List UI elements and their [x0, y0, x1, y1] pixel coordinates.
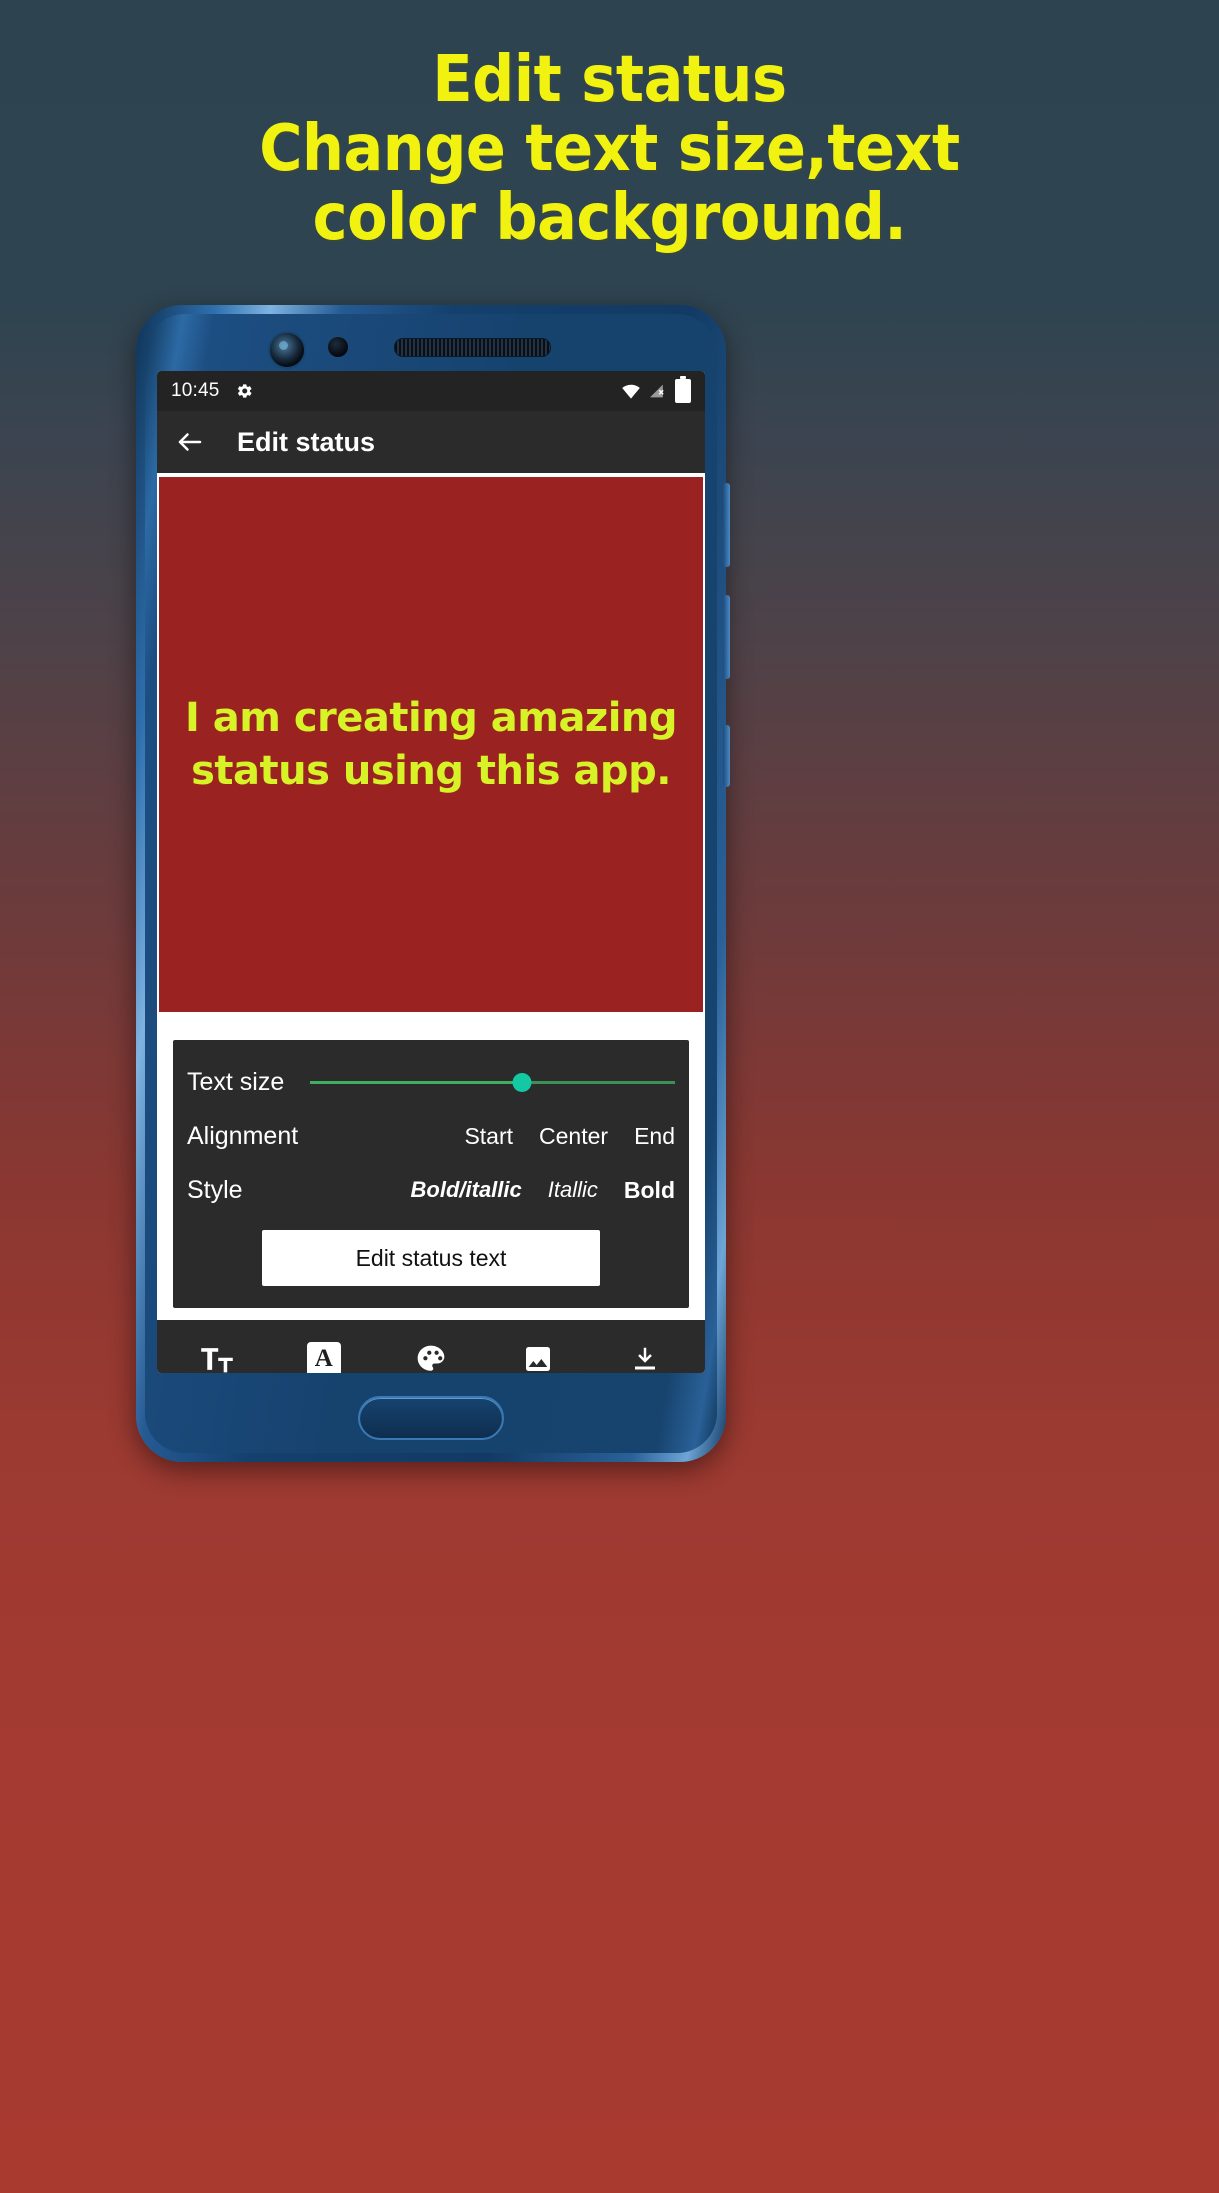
palette-icon: [415, 1342, 447, 1374]
style-label: Style: [187, 1175, 243, 1204]
app-bar: Edit status: [157, 411, 705, 473]
volume-up-button[interactable]: [723, 483, 730, 567]
style-option-bold-italic[interactable]: Bold/itallic: [411, 1177, 522, 1203]
status-bar: 10:45: [157, 371, 705, 411]
image-icon: [522, 1342, 554, 1374]
alignment-option-start[interactable]: Start: [464, 1123, 513, 1150]
slider-track-fill: [310, 1080, 522, 1084]
back-arrow-icon[interactable]: [175, 427, 205, 457]
text-size-slider[interactable]: [310, 1071, 675, 1093]
style-options: Bold/itallic Itallic Bold: [411, 1177, 675, 1204]
toolbar-item-background[interactable]: Background: [485, 1342, 592, 1374]
promo-line-2: Change text size,text: [259, 112, 960, 186]
download-icon: [630, 1342, 660, 1374]
alignment-label: Alignment: [187, 1121, 299, 1150]
front-camera-icon: [268, 331, 306, 369]
earpiece-speaker: [394, 338, 551, 357]
alignment-options: Start Center End: [464, 1123, 675, 1150]
style-option-italic[interactable]: Itallic: [548, 1177, 598, 1203]
physical-home-button[interactable]: [358, 1396, 504, 1440]
canvas-spacer: [157, 1012, 705, 1040]
font-icon-glyph: A: [306, 1341, 341, 1373]
alignment-option-center[interactable]: Center: [539, 1123, 608, 1150]
promo-screenshot: Edit status Change text size,text color …: [0, 0, 1219, 2193]
alignment-row: Alignment Start Center End: [187, 1112, 675, 1160]
bottom-toolbar: Text A font Text color: [157, 1320, 705, 1373]
slider-thumb[interactable]: [512, 1072, 532, 1092]
toolbar-item-text-color[interactable]: Text color: [377, 1342, 484, 1374]
controls-panel: Text size Alignment Start Center End Sty…: [173, 1040, 689, 1308]
battery-icon: [675, 376, 691, 403]
status-canvas[interactable]: I am creating amazing status using this …: [159, 477, 703, 1012]
canvas-wrapper: I am creating amazing status using this …: [157, 473, 705, 1012]
promo-heading: Edit status Change text size,text color …: [49, 46, 1170, 253]
controls-panel-wrapper: Text size Alignment Start Center End Sty…: [157, 1040, 705, 1320]
gear-icon: [234, 381, 254, 401]
phone-screen: 10:45 Edit status I am creating amazing …: [157, 371, 705, 1373]
style-row: Style Bold/itallic Itallic Bold: [187, 1166, 675, 1214]
phone-sensor-strip: [136, 323, 726, 371]
toolbar-item-font[interactable]: A font: [270, 1341, 377, 1373]
wifi-icon: [621, 383, 641, 399]
edit-status-text-button[interactable]: Edit status text: [262, 1230, 600, 1286]
status-text: I am creating amazing status using this …: [184, 694, 678, 794]
toolbar-item-text[interactable]: Text: [163, 1342, 270, 1374]
volume-down-button[interactable]: [723, 595, 730, 679]
text-size-icon: [200, 1342, 234, 1374]
promo-line-3: color background.: [312, 181, 907, 255]
font-icon: A: [306, 1341, 341, 1373]
page-title: Edit status: [237, 426, 376, 457]
status-bar-icons: [621, 376, 691, 403]
text-size-row: Text size: [187, 1058, 675, 1106]
proximity-sensor-icon: [328, 337, 348, 357]
text-size-label: Text size: [187, 1067, 285, 1096]
style-option-bold[interactable]: Bold: [624, 1177, 675, 1204]
promo-line-1: Edit status: [432, 43, 787, 117]
toolbar-item-save[interactable]: Save: [592, 1342, 699, 1374]
power-button[interactable]: [723, 725, 730, 787]
phone-mockup: 10:45 Edit status I am creating amazing …: [136, 305, 730, 1462]
signal-off-icon: [648, 383, 668, 399]
alignment-option-end[interactable]: End: [634, 1123, 675, 1150]
status-bar-time: 10:45: [171, 380, 220, 401]
